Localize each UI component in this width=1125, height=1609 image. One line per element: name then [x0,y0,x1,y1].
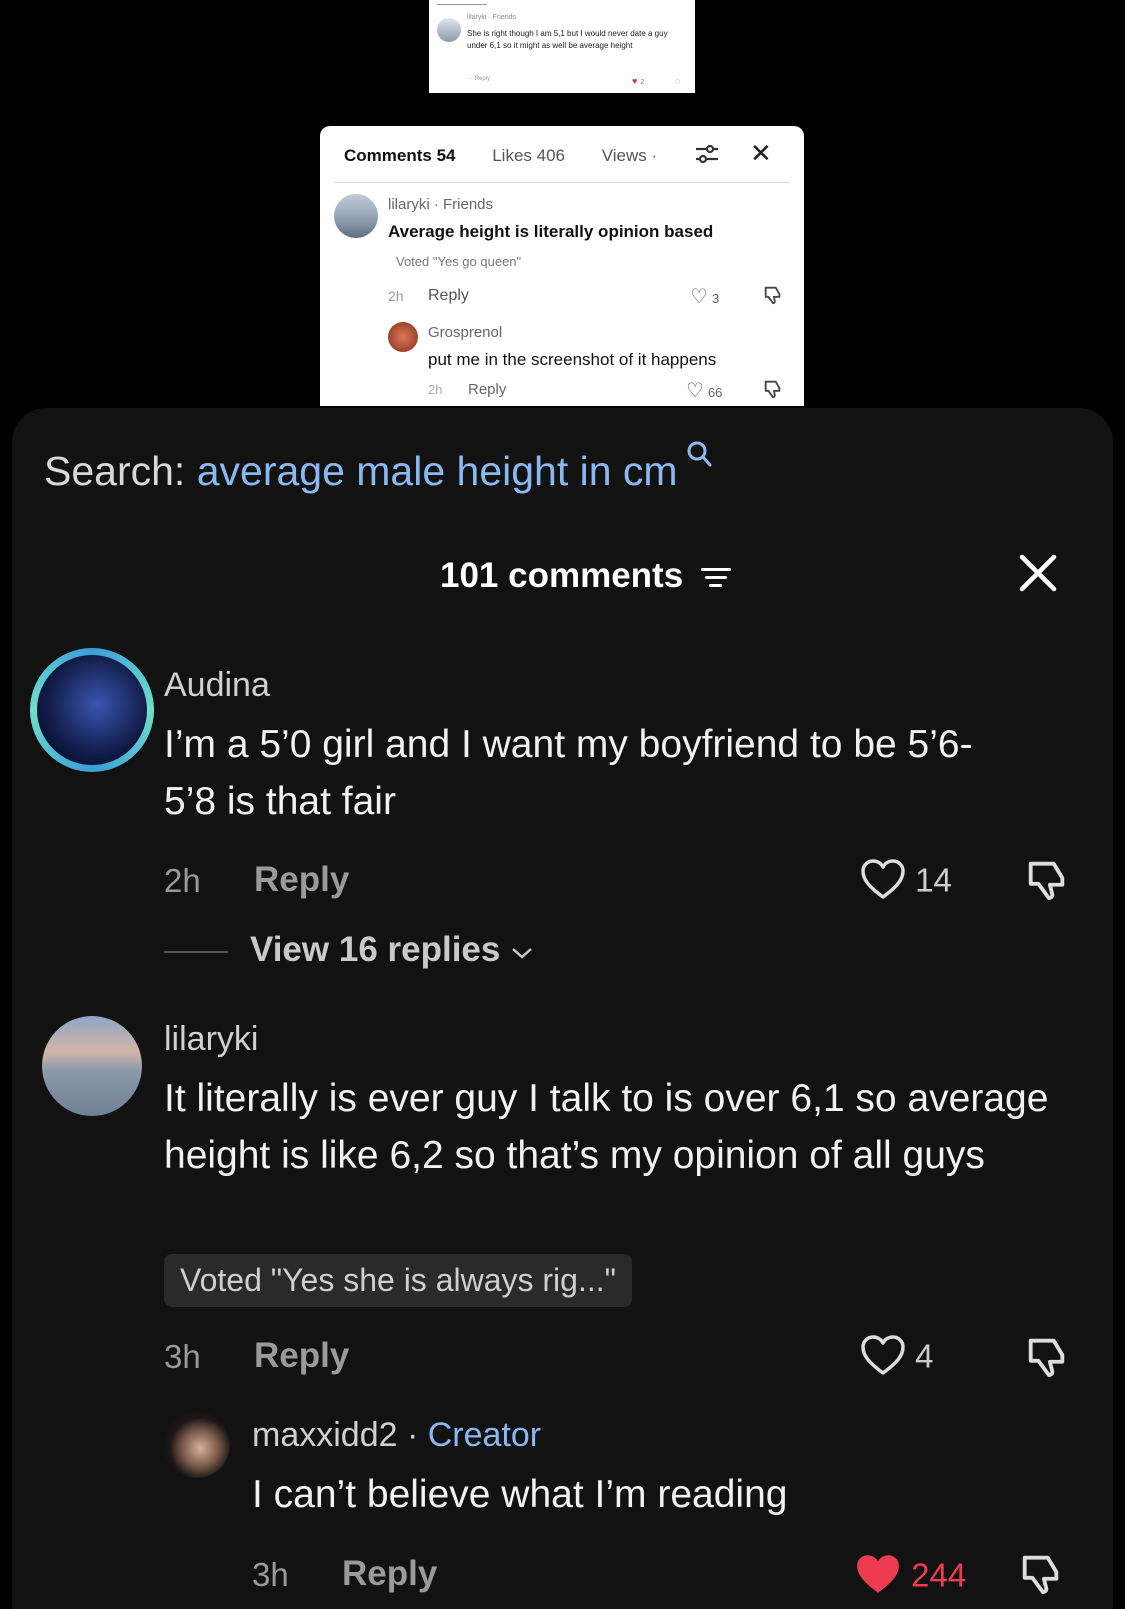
divider [334,182,790,183]
like-count: 3 [711,291,720,306]
comment-time: 3h [252,1556,289,1593]
close-icon[interactable]: ✕ [750,138,772,169]
heart-icon: ♥ [632,76,638,86]
search-icon[interactable] [678,441,712,475]
tab-likes[interactable]: Likes 406 [492,146,565,165]
like-count: 2 [640,79,645,86]
comment-username: lilaryki · Friends [388,196,494,213]
reply-button[interactable]: Reply [428,287,469,305]
heart-outline-icon: ♡ [686,380,704,402]
dislike-icon[interactable] [762,284,784,311]
comment-text: I can’t believe what I’m reading [252,1473,788,1516]
dislike-icon[interactable] [1024,1333,1070,1384]
like-count: 244 [911,1556,967,1594]
search-query[interactable]: average male height in cm [197,448,678,494]
comment-text: Average height is literally opinion base… [388,222,714,241]
heart-outline-icon: ♡ [690,286,708,308]
comment-footer: ··· Reply [467,76,491,82]
like-button[interactable]: ♡ 66 [686,378,722,403]
reply-button[interactable]: Reply [254,860,349,900]
comment-time: 2h [388,288,404,304]
like-button[interactable]: 4 [860,1334,934,1384]
dislike-icon[interactable] [1024,856,1070,907]
filter-icon[interactable] [694,142,720,172]
heart-outline-icon [860,858,906,908]
search-label: Search: [44,448,186,494]
divider [164,950,228,953]
inset-screenshot: Comments 54 Likes 406 Views · ✕ lilaryki… [320,126,804,406]
comment-username: Grosprenol [428,324,503,341]
reply-button[interactable]: Reply [342,1554,437,1594]
like-button[interactable]: ♥ 2 [632,76,644,86]
creator-badge: Creator [427,1416,542,1454]
comments-header: 101 comments [440,556,731,596]
reply-button[interactable]: Reply [468,381,506,398]
comment-text: I’m a 5’0 girl and I want my boyfriend t… [164,723,973,823]
like-button[interactable]: 244 [854,1552,966,1604]
avatar[interactable] [30,648,154,772]
comment-username[interactable]: Audina [164,666,270,705]
search-suggestion[interactable]: Search: average male height in cm [44,441,712,495]
reply-button[interactable]: Reply [254,1336,349,1376]
comment-time: 2h [164,862,201,899]
vote-label: Voted "Yes go queen" [396,254,522,269]
comments-count: 101 comments [440,556,684,595]
dislike-icon[interactable]: ◌ [675,76,680,86]
dislike-icon[interactable] [1018,1550,1064,1601]
tab-views[interactable]: Views · [602,146,657,165]
comment-username: lilaryki · Friends [467,14,517,21]
avatar [437,18,461,42]
comment-text: put me in the screenshot of it happens [428,350,717,369]
view-replies-button[interactable]: View 16 replies [164,930,534,970]
like-count: 14 [915,861,952,899]
heart-filled-icon [854,1552,902,1604]
dislike-icon[interactable] [762,378,784,405]
vote-label: Voted "Yes she is always rig..." [164,1254,632,1307]
tab-bar: Comments 54 Likes 406 Views · [344,146,689,166]
heart-outline-icon [860,1334,906,1384]
like-count: 66 [707,385,723,400]
view-replies-label: View 16 replies [250,930,501,969]
like-button[interactable]: ♡ 3 [690,284,719,309]
chevron-down-icon [510,930,534,969]
close-icon[interactable] [1018,553,1058,600]
top-screenshot: lilaryki · Friends She is right though I… [429,0,695,93]
like-button[interactable]: 14 [860,858,952,908]
divider [437,4,487,5]
reply-username-row: maxxidd2 · Creator [252,1416,541,1455]
comment-time: 2h [428,382,443,397]
tab-comments[interactable]: Comments 54 [344,146,455,165]
comment-text: She is right though I am 5,1 but I would… [467,29,668,50]
avatar [388,322,418,352]
avatar[interactable] [42,1016,142,1116]
avatar[interactable] [164,1412,230,1478]
separator: · [397,1416,428,1454]
comment-username[interactable]: maxxidd2 [252,1416,398,1454]
comment-username[interactable]: lilaryki [164,1020,258,1059]
avatar [334,194,378,238]
comment-time: 3h [164,1338,201,1375]
like-count: 4 [915,1337,934,1375]
comment-text: It literally is ever guy I talk to is ov… [164,1077,1049,1177]
sort-icon[interactable] [700,563,731,592]
